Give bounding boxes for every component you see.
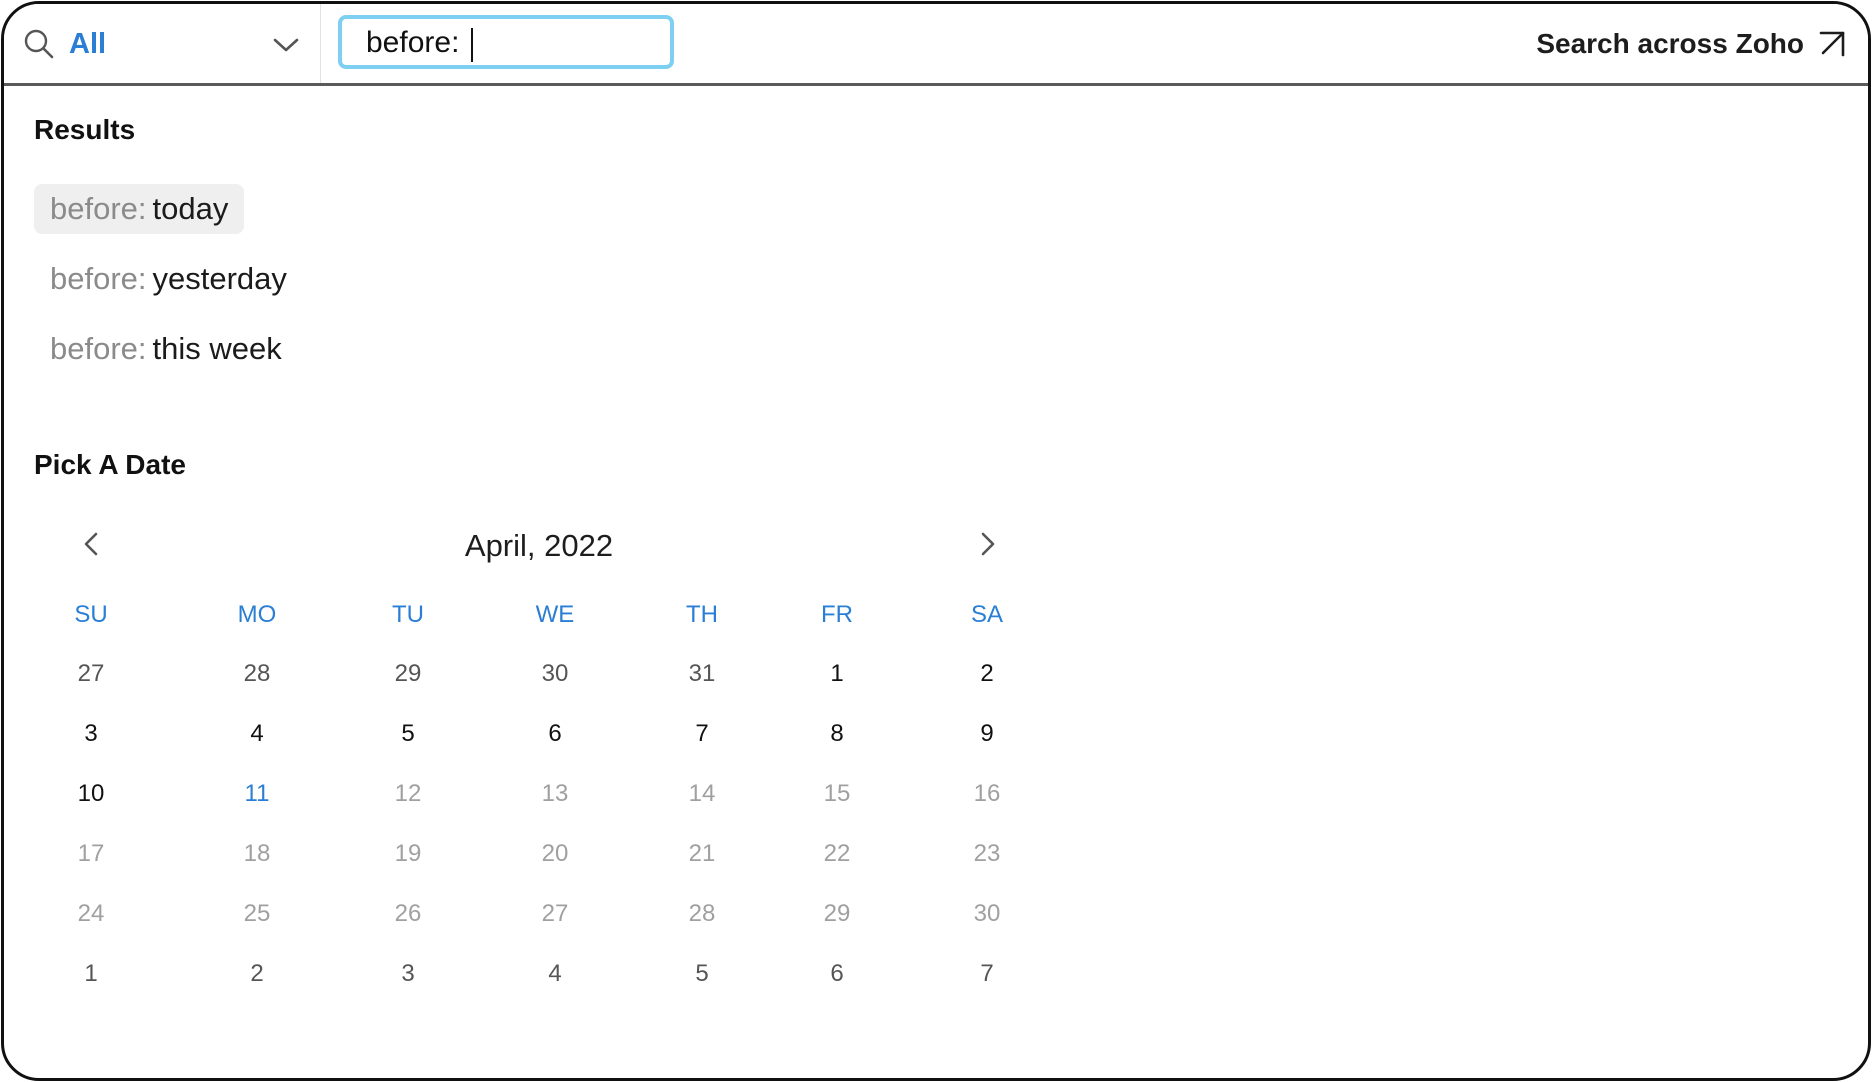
calendar-day[interactable]: 3 <box>51 719 131 749</box>
search-across-zoho-button[interactable]: Search across Zoho <box>1536 24 1846 64</box>
pick-a-date-heading: Pick A Date <box>34 449 186 480</box>
calendar-day[interactable]: 1 <box>797 659 877 689</box>
result-term: this week <box>152 331 282 366</box>
calendar-day[interactable]: 5 <box>368 719 448 749</box>
weekday-header: TU <box>392 601 424 628</box>
calendar-day[interactable]: 20 <box>515 839 595 869</box>
calendar-day[interactable]: 27 <box>515 899 595 929</box>
result-prefix: before: <box>50 331 147 366</box>
results-heading: Results <box>34 114 136 145</box>
result-item-before-this-week[interactable]: before: this week <box>34 324 298 374</box>
calendar-day[interactable]: 2 <box>217 959 297 989</box>
calendar-day[interactable]: 4 <box>217 719 297 749</box>
calendar-day[interactable]: 28 <box>217 659 297 689</box>
calendar-day[interactable]: 6 <box>797 959 877 989</box>
search-input-box[interactable] <box>338 15 674 69</box>
chevron-left-icon[interactable] <box>72 524 112 564</box>
calendar-day[interactable]: 24 <box>51 899 131 929</box>
calendar-day[interactable]: 30 <box>515 659 595 689</box>
calendar-day[interactable]: 9 <box>947 719 1027 749</box>
weekday-header: FR <box>821 601 853 628</box>
calendar-day[interactable]: 28 <box>662 899 742 929</box>
calendar-day[interactable]: 17 <box>51 839 131 869</box>
result-term: today <box>152 191 229 226</box>
weekday-header: SU <box>74 601 108 628</box>
search-icon <box>24 29 54 59</box>
calendar-day[interactable]: 14 <box>662 779 742 809</box>
search-scope-label: All <box>69 28 107 60</box>
calendar-day[interactable]: 25 <box>217 899 297 929</box>
calendar-day[interactable]: 1 <box>51 959 131 989</box>
arrow-up-right-icon <box>1819 31 1845 57</box>
result-prefix: before: <box>50 191 147 226</box>
calendar-day[interactable]: 23 <box>947 839 1027 869</box>
calendar-day[interactable]: 29 <box>368 659 448 689</box>
text-caret <box>471 28 473 62</box>
calendar-day[interactable]: 21 <box>662 839 742 869</box>
calendar-day[interactable]: 7 <box>662 719 742 749</box>
calendar-day[interactable]: 7 <box>947 959 1027 989</box>
search-header: All Search across Zoho <box>4 4 1868 86</box>
calendar-day[interactable]: 5 <box>662 959 742 989</box>
search-panel: All Search across Zoho Results before: t… <box>1 1 1871 1081</box>
chevron-down-icon <box>273 38 299 52</box>
search-across-zoho-label: Search across Zoho <box>1536 28 1804 59</box>
calendar-day[interactable]: 26 <box>368 899 448 929</box>
result-item-before-yesterday[interactable]: before: yesterday <box>34 254 303 304</box>
result-term: yesterday <box>152 261 287 296</box>
calendar-month-label: April, 2022 <box>464 528 614 563</box>
calendar-day[interactable]: 4 <box>515 959 595 989</box>
calendar-day[interactable]: 16 <box>947 779 1027 809</box>
weekday-header: WE <box>535 601 575 628</box>
weekday-header: TH <box>686 601 718 628</box>
calendar-day[interactable]: 13 <box>515 779 595 809</box>
calendar-day[interactable]: 29 <box>797 899 877 929</box>
calendar-day[interactable]: 31 <box>662 659 742 689</box>
calendar-day[interactable]: 19 <box>368 839 448 869</box>
chevron-right-icon[interactable] <box>967 524 1007 564</box>
calendar-day[interactable]: 12 <box>368 779 448 809</box>
result-prefix: before: <box>50 261 147 296</box>
calendar-day[interactable]: 6 <box>515 719 595 749</box>
calendar-day[interactable]: 15 <box>797 779 877 809</box>
calendar-day[interactable]: 27 <box>51 659 131 689</box>
weekday-header: SA <box>970 601 1003 628</box>
calendar-day-today[interactable]: 11 <box>217 779 297 809</box>
calendar-day[interactable]: 3 <box>368 959 448 989</box>
search-scope-dropdown[interactable]: All <box>4 4 321 83</box>
calendar-day[interactable]: 30 <box>947 899 1027 929</box>
calendar-day[interactable]: 8 <box>797 719 877 749</box>
calendar-day[interactable]: 18 <box>217 839 297 869</box>
search-input[interactable] <box>366 25 656 61</box>
calendar-day[interactable]: 2 <box>947 659 1027 689</box>
calendar-day[interactable]: 22 <box>797 839 877 869</box>
calendar-day[interactable]: 10 <box>51 779 131 809</box>
result-item-before-today[interactable]: before: today <box>34 184 245 234</box>
weekday-header: MO <box>237 601 277 628</box>
